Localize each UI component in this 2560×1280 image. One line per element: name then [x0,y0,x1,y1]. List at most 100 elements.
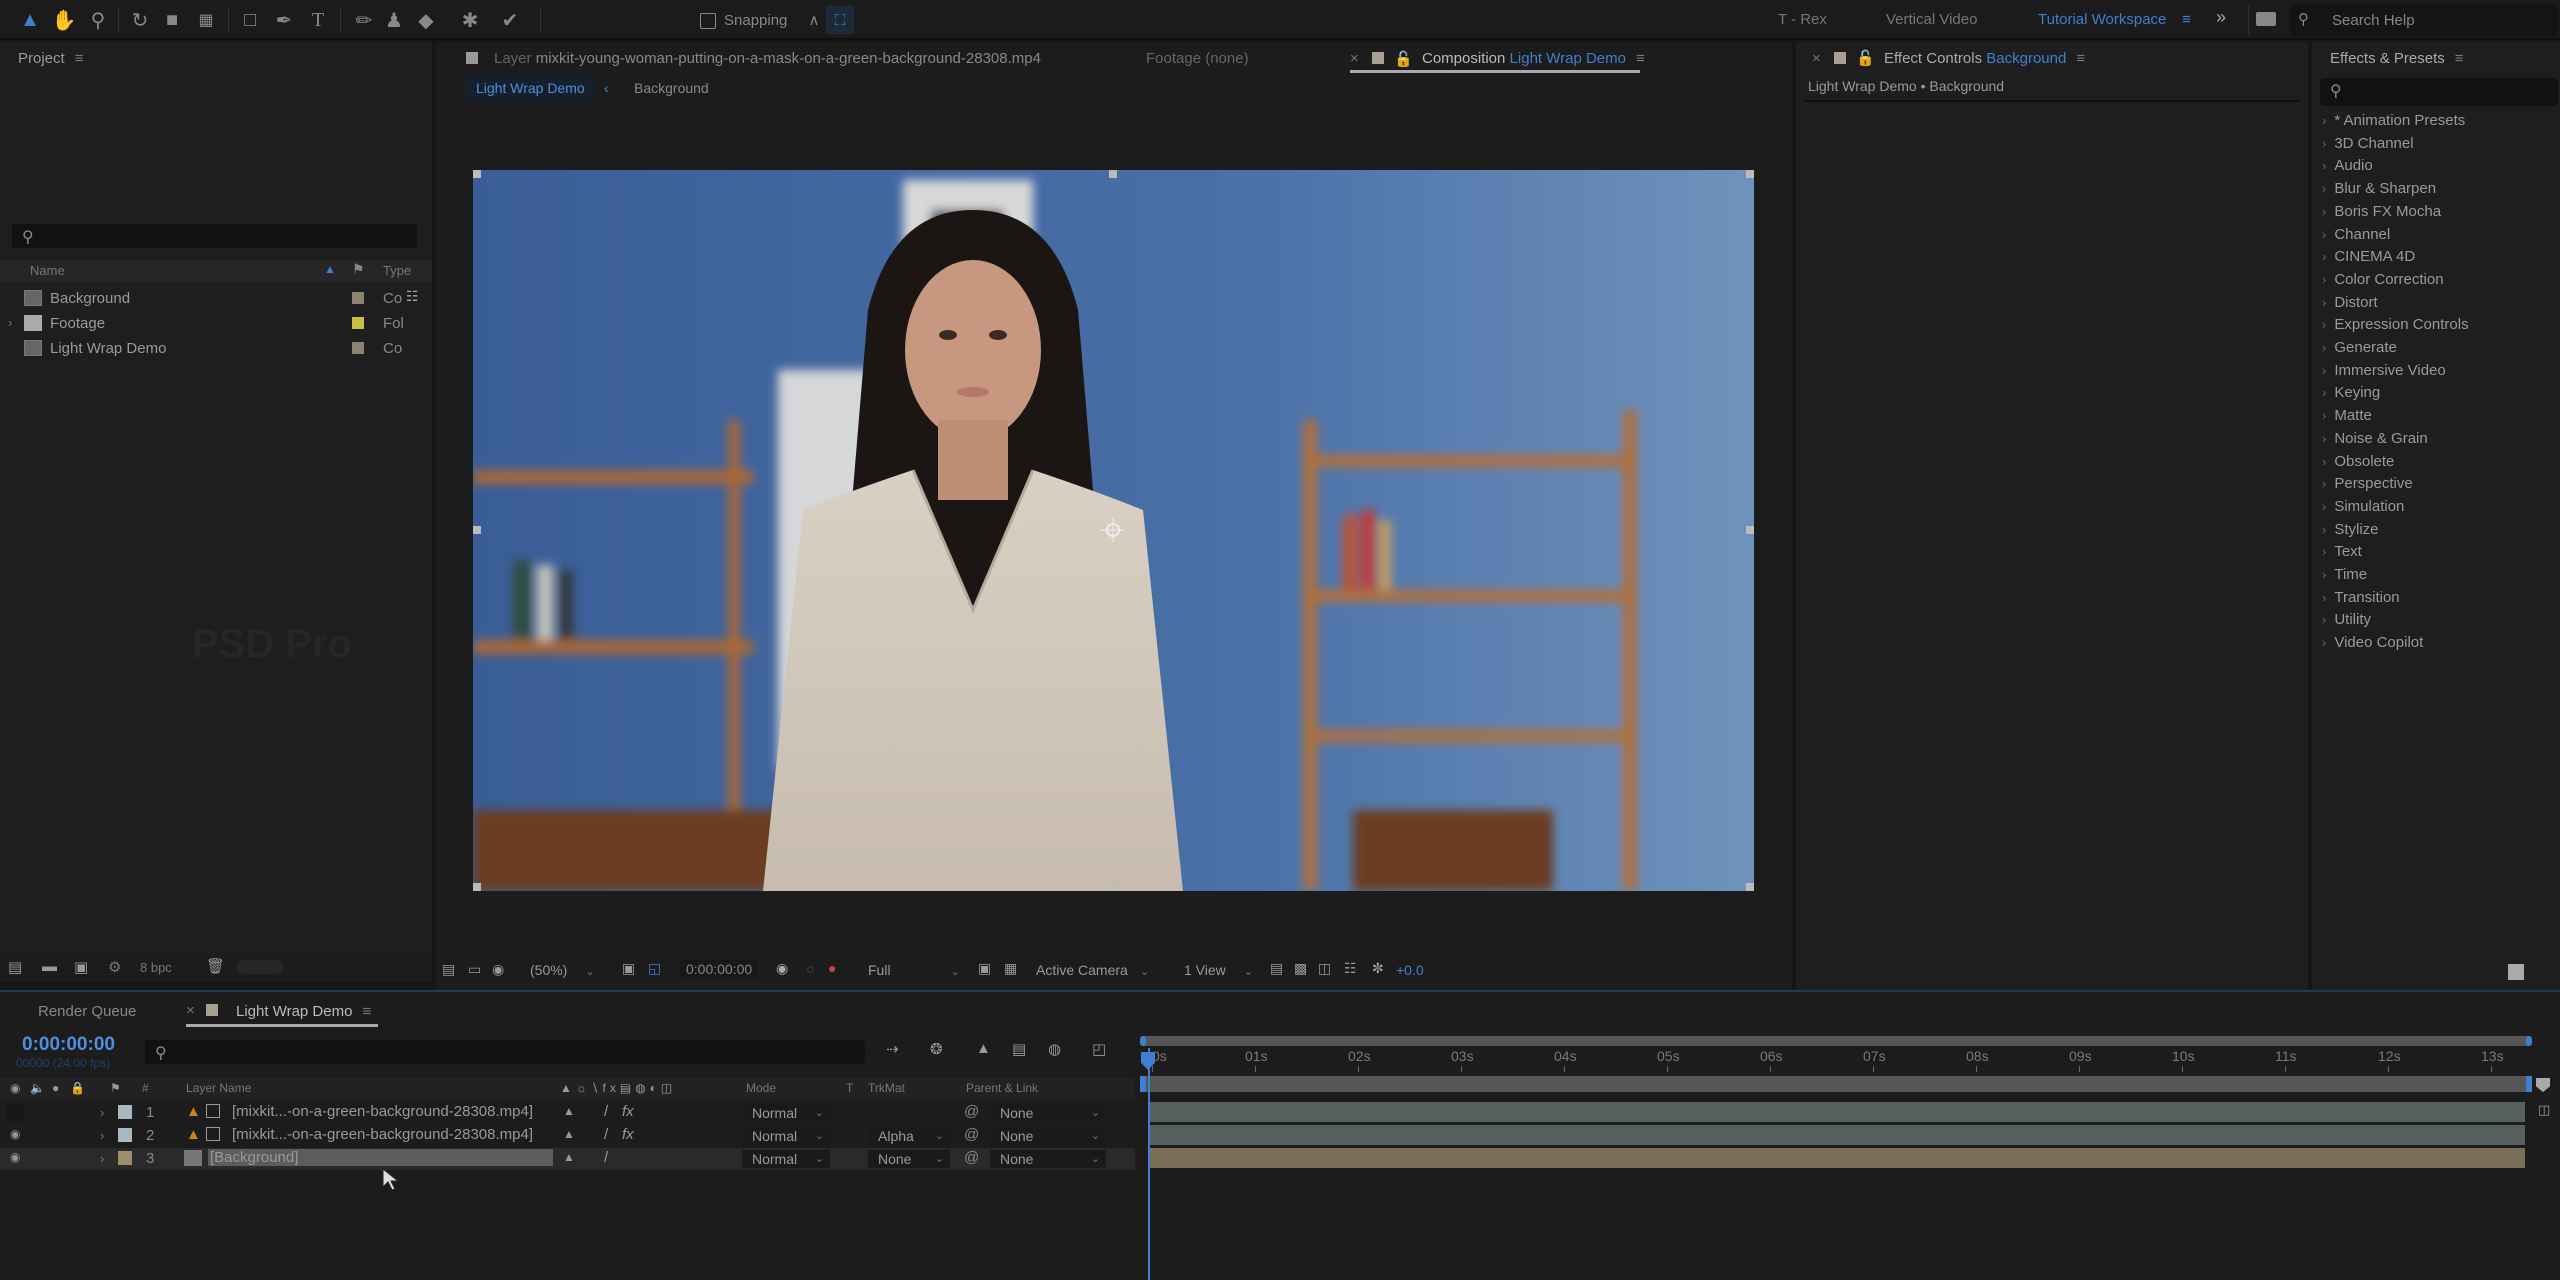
effects-category-item[interactable]: › Transition [2322,589,2400,611]
expand-chevron-icon[interactable]: › [2322,476,2326,491]
effects-category-item[interactable]: › Time [2322,566,2367,588]
track-matte-dropdown[interactable]: Alpha ⌄ [868,1127,950,1145]
type-tool-icon[interactable]: T [304,6,332,34]
snap-feature-icon[interactable]: ∧ [800,6,828,34]
effects-category-item[interactable]: › Video Copilot [2322,634,2423,656]
expand-chevron-icon[interactable]: › [2322,567,2326,582]
vr-goggles-icon[interactable]: ◉ [492,961,504,978]
work-area-bar[interactable] [1140,1036,2532,1046]
search-help-field[interactable]: ⚲ Search Help [2290,4,2558,36]
exposure-value[interactable]: +0.0 [1396,962,1424,978]
effects-search-input[interactable]: ⚲ [2320,78,2558,106]
tab-footage[interactable]: Footage (none) [1146,50,1249,67]
effect-switch-icon[interactable]: fx [622,1103,634,1120]
project-settings-icon[interactable]: ⚙ [108,958,121,976]
video-visibility-icon[interactable]: ◉ [10,1081,20,1095]
expand-chevron-icon[interactable]: › [2322,454,2326,469]
flowchart-icon[interactable]: ☷ [1344,960,1357,977]
layer-label-swatch[interactable] [118,1151,132,1165]
expand-chevron-icon[interactable]: › [2322,635,2326,650]
quality-switch-icon[interactable]: / [604,1103,608,1120]
expand-chevron-icon[interactable]: › [100,1128,104,1143]
track-matte-dropdown[interactable]: None ⌄ [868,1150,950,1168]
camera-view-dropdown[interactable]: Active Camera ⌄ [1036,962,1149,978]
effects-category-item[interactable]: › 3D Channel [2322,135,2414,157]
current-time-display[interactable]: 0:00:00:00 [680,960,759,978]
snapshot-camera-icon[interactable]: ◉ [776,960,788,977]
effects-category-item[interactable]: › CINEMA 4D [2322,248,2415,270]
expand-chevron-icon[interactable]: › [100,1105,104,1120]
effects-category-item[interactable]: › Distort [2322,294,2378,316]
always-preview-icon[interactable]: ▤ [442,961,455,978]
snapping-checkbox[interactable] [700,13,716,29]
layer-label-swatch[interactable] [118,1105,132,1119]
thumbnail-slider[interactable] [236,960,284,974]
visibility-toggle[interactable] [6,1104,24,1122]
effects-category-item[interactable]: › Matte [2322,407,2372,429]
expand-chevron-icon[interactable]: › [2322,158,2326,173]
pick-whip-icon[interactable]: @ [964,1149,979,1166]
layer-name[interactable]: [Background] [208,1149,553,1166]
navigator-end-handle[interactable] [2526,1076,2532,1092]
layer-label-swatch[interactable] [118,1128,132,1142]
graph-editor-icon[interactable]: ◰ [1092,1040,1106,1058]
expand-chevron-icon[interactable]: › [2322,317,2326,332]
layer-name[interactable]: [mixkit...-on-a-green-background-28308.m… [230,1103,535,1120]
layer-duration-bar[interactable] [1150,1102,2525,1122]
frame-blending-icon[interactable]: ▤ [1012,1040,1026,1058]
pick-whip-icon[interactable]: @ [964,1103,979,1120]
transform-handle[interactable] [1746,526,1754,534]
new-composition-icon[interactable]: ▣ [74,958,88,976]
effects-category-item[interactable]: › Color Correction [2322,271,2444,293]
quality-switch-icon[interactable]: / [604,1149,608,1166]
lock-icon[interactable]: 🔓 [1394,50,1413,68]
breadcrumb-background[interactable]: Background [634,80,709,96]
workspace-tutorial[interactable]: Tutorial Workspace [2038,11,2166,28]
column-trkmat[interactable]: TrkMat [868,1081,905,1095]
pick-whip-icon[interactable]: @ [964,1126,979,1143]
audio-icon[interactable]: 🔈 [30,1081,45,1095]
shy-switch-icon[interactable]: ▲ [563,1104,575,1118]
shy-switch-icon[interactable]: ▲ [563,1127,575,1141]
zoom-tool-icon[interactable]: ⚲ [84,6,112,34]
timeline-search-input[interactable]: ⚲ [145,1040,865,1064]
parent-dropdown[interactable]: None ⌄ [990,1150,1106,1168]
effects-category-item[interactable]: › Channel [2322,226,2390,248]
close-tab-icon[interactable]: × [186,1002,195,1019]
region-of-interest-icon[interactable]: ▣ [622,960,635,977]
expand-chevron-icon[interactable]: › [2322,340,2326,355]
effects-category-item[interactable]: › Stylize [2322,521,2379,543]
motion-blur-icon[interactable]: ◍ [1048,1040,1061,1058]
rectangle-tool-icon[interactable]: □ [236,6,264,34]
project-item[interactable]: › Footage Fol [0,311,428,336]
parent-dropdown[interactable]: None ⌄ [990,1104,1106,1122]
expand-chevron-icon[interactable]: › [8,315,12,330]
clone-stamp-tool-icon[interactable]: ♟ [380,6,408,34]
parent-dropdown[interactable]: None ⌄ [990,1127,1106,1145]
hand-tool-icon[interactable]: ✋ [50,6,78,34]
expand-chevron-icon[interactable]: › [2322,612,2326,627]
expand-chevron-icon[interactable]: › [2322,272,2326,287]
view-layout-dropdown[interactable]: 1 View ⌄ [1184,962,1253,978]
tab-render-queue[interactable]: Render Queue [38,1003,136,1020]
eye-icon[interactable]: ◉ [10,1150,20,1164]
expand-chevron-icon[interactable]: › [2322,249,2326,264]
layer-duration-bar[interactable] [1150,1125,2525,1145]
workspace-vertical-video[interactable]: Vertical Video [1886,11,1977,28]
composition-preview[interactable] [473,170,1754,891]
pan-behind-tool-icon[interactable]: ▦ [192,6,220,34]
eraser-tool-icon[interactable]: ◆ [412,6,440,34]
panel-menu-icon[interactable]: ≡ [2076,50,2085,67]
column-layer-name[interactable]: Layer Name [186,1081,251,1095]
transform-handle[interactable] [1746,170,1754,178]
lock-icon[interactable]: 🔒 [70,1081,85,1095]
sort-ascending-icon[interactable]: ▲ [324,262,336,276]
project-item[interactable]: Background Co ☷ [0,286,428,311]
panel-menu-icon[interactable]: ≡ [2455,50,2464,67]
transform-handle[interactable] [473,526,481,534]
timeline-icon[interactable]: ◫ [1318,960,1331,977]
work-area-end-handle[interactable] [2526,1036,2532,1046]
project-search-input[interactable]: ⚲ [12,224,417,248]
expand-chevron-icon[interactable]: › [2322,408,2326,423]
label-tag-icon[interactable]: ⚑ [352,261,365,278]
